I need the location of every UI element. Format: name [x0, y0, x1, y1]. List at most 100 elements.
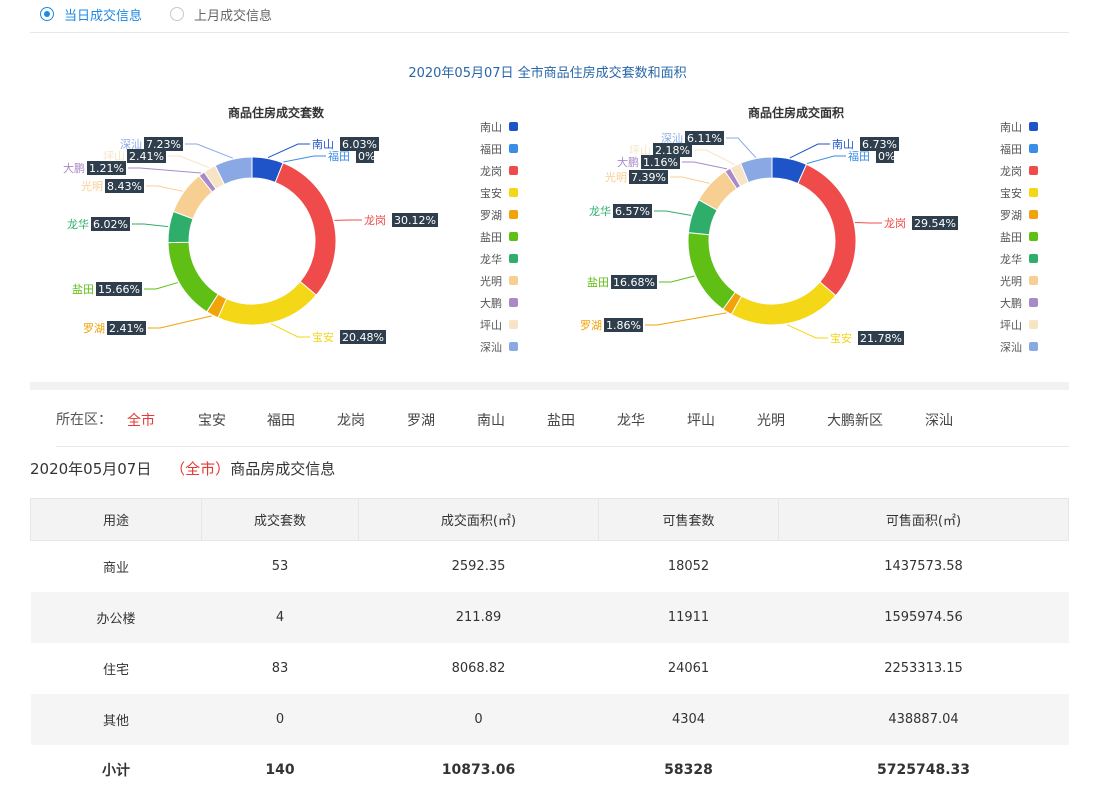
- legend-label: 龙华: [480, 252, 502, 266]
- donut-charts: 商品住房成交套数南山6.03%南山福田0%福田龙岗30.12%龙岗宝安20.48…: [0, 95, 1095, 380]
- section-area: 全市: [185, 460, 215, 478]
- legend-swatch[interactable]: [509, 232, 518, 241]
- header-avail-units: 可售套数: [599, 499, 779, 541]
- slice-盐田: [168, 242, 218, 312]
- leader-line: [146, 186, 183, 191]
- slice-label-value: 29.54%: [914, 217, 956, 230]
- legend-swatch[interactable]: [509, 144, 518, 153]
- cell-avail-area: 1595974.56: [779, 592, 1069, 643]
- legend-swatch[interactable]: [1029, 276, 1038, 285]
- radio-dot-selected: [40, 7, 54, 21]
- leader-line: [654, 211, 691, 215]
- district-item-2[interactable]: 福田: [267, 410, 295, 430]
- cell-avail-units: 24061: [599, 643, 779, 694]
- legend-label: 福田: [1000, 142, 1022, 156]
- leader-line: [682, 162, 727, 169]
- slice-label-value: 8.43%: [107, 180, 142, 193]
- total-use: 小计: [31, 745, 202, 796]
- charts-title: 2020年05月07日 全市商品住房成交套数和面积: [0, 62, 1095, 81]
- leader-line: [168, 156, 209, 168]
- legend-swatch[interactable]: [1029, 210, 1038, 219]
- district-item-11[interactable]: 深汕: [925, 410, 953, 430]
- legend-swatch[interactable]: [1029, 298, 1038, 307]
- leader-line: [148, 316, 212, 328]
- district-item-5[interactable]: 南山: [477, 410, 505, 430]
- cell-avail-area: 438887.04: [779, 694, 1069, 745]
- radio-today-label: 当日成交信息: [64, 5, 142, 24]
- slice-龙岗: [798, 164, 856, 295]
- slice-label-value: 2.41%: [109, 322, 144, 335]
- slice-label-value: 7.23%: [146, 138, 181, 151]
- legend-swatch[interactable]: [509, 298, 518, 307]
- slice-label-name: 坪山: [629, 144, 651, 157]
- leader-line: [787, 325, 828, 338]
- district-item-8[interactable]: 坪山: [687, 410, 715, 430]
- slice-label-value: 1.16%: [643, 156, 678, 169]
- period-selector: 当日成交信息 上月成交信息: [40, 4, 300, 24]
- legend-swatch[interactable]: [509, 210, 518, 219]
- cell-deal-units: 83: [202, 643, 359, 694]
- leader-line: [670, 177, 710, 183]
- slice-label-name: 光明: [81, 179, 103, 193]
- legend-label: 深汕: [480, 341, 502, 354]
- leader-line: [645, 313, 727, 325]
- district-item-4[interactable]: 罗湖: [407, 410, 435, 430]
- slice-label-value: 30.12%: [394, 214, 436, 227]
- legend-label: 盐田: [480, 231, 502, 244]
- legend-label: 宝安: [1000, 186, 1022, 200]
- legend-swatch[interactable]: [1029, 254, 1038, 263]
- district-item-6[interactable]: 盐田: [547, 410, 575, 430]
- radio-today[interactable]: 当日成交信息: [40, 5, 142, 24]
- legend-swatch[interactable]: [1029, 320, 1038, 329]
- leader-line: [283, 156, 326, 162]
- radio-last-month[interactable]: 上月成交信息: [170, 5, 272, 24]
- cell-deal-units: 53: [202, 541, 359, 592]
- legend-swatch[interactable]: [509, 188, 518, 197]
- district-item-0[interactable]: 全市: [127, 410, 155, 430]
- legend-label: 大鹏: [480, 296, 502, 310]
- leader-line: [790, 144, 830, 158]
- legend-swatch[interactable]: [509, 320, 518, 329]
- leader-line: [694, 150, 735, 165]
- donut-chart-1: 商品住房成交面积南山6.73%南山福田0%福田龙岗29.54%龙岗宝安21.78…: [580, 105, 1038, 354]
- header-avail-area: 可售面积(㎡): [779, 499, 1069, 541]
- slice-label-value: 7.39%: [631, 171, 666, 184]
- district-item-3[interactable]: 龙岗: [337, 410, 365, 430]
- slice-label-name: 深汕: [661, 132, 683, 145]
- slice-label-value: 2.41%: [129, 150, 164, 163]
- legend-label: 光明: [480, 274, 502, 288]
- leader-line: [132, 224, 168, 227]
- slice-label-name: 深汕: [120, 138, 142, 151]
- section-title: 2020年05月07日 （全市）商品房成交信息: [30, 458, 335, 479]
- legend-swatch[interactable]: [509, 254, 518, 263]
- slice-label-value: 2.18%: [655, 144, 690, 157]
- legend-swatch[interactable]: [509, 122, 518, 131]
- legend-swatch[interactable]: [509, 276, 518, 285]
- district-filter: 所在区： 全市宝安福田龙岗罗湖南山盐田龙华坪山光明大鹏新区深汕: [56, 408, 132, 430]
- district-item-1[interactable]: 宝安: [198, 410, 226, 430]
- legend-swatch[interactable]: [1029, 342, 1038, 351]
- legend-label: 龙岗: [480, 165, 502, 178]
- leader-line: [128, 168, 201, 173]
- slice-label-name: 龙岗: [364, 214, 386, 227]
- legend-label: 龙岗: [1000, 165, 1022, 178]
- slice-label-value: 6.11%: [687, 132, 722, 145]
- legend-swatch[interactable]: [509, 166, 518, 175]
- district-item-7[interactable]: 龙华: [617, 410, 645, 430]
- legend-swatch[interactable]: [1029, 188, 1038, 197]
- legend-swatch[interactable]: [1029, 166, 1038, 175]
- leader-line: [185, 144, 233, 158]
- legend-label: 罗湖: [1000, 209, 1022, 222]
- district-item-9[interactable]: 光明: [757, 410, 785, 430]
- slice-label-name: 罗湖: [83, 322, 105, 335]
- leader-line: [659, 276, 695, 282]
- table-row: 商业532592.35180521437573.58: [31, 541, 1069, 592]
- legend-swatch[interactable]: [1029, 122, 1038, 131]
- cell-avail-units: 4304: [599, 694, 779, 745]
- legend-swatch[interactable]: [1029, 144, 1038, 153]
- legend-swatch[interactable]: [509, 342, 518, 351]
- district-item-10[interactable]: 大鹏新区: [827, 410, 883, 430]
- cell-deal-area: 0: [359, 694, 599, 745]
- legend-swatch[interactable]: [1029, 232, 1038, 241]
- legend-label: 南山: [1000, 121, 1022, 134]
